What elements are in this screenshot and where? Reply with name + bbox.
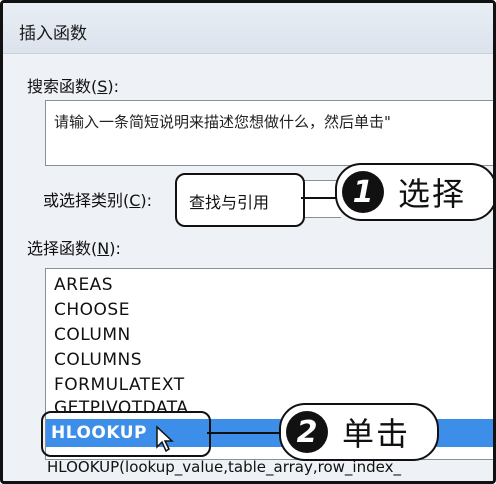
function-label-suffix: ): — [109, 239, 121, 258]
function-signature: HLOOKUP(lookup_value,table_array,row_ind… — [47, 458, 401, 476]
function-item-column[interactable]: COLUMN — [54, 325, 131, 345]
callout-click: 2 单击 — [279, 403, 439, 461]
search-label: 搜索函数(S): — [27, 73, 119, 97]
dialog-title: 插入函数 — [19, 24, 87, 44]
search-label-key: S — [97, 77, 108, 96]
callout-text-2: 单击 — [342, 415, 411, 453]
mouse-cursor-icon — [156, 425, 174, 453]
category-label-prefix: 或选择类别( — [43, 191, 130, 210]
callout-select: 1 选择 — [335, 163, 493, 221]
function-item-formulatext[interactable]: FORMULATEXT — [54, 375, 185, 395]
callout-text-1: 选择 — [398, 175, 467, 213]
category-select-value: 查找与引用 — [189, 193, 270, 212]
callout-connector-2 — [207, 432, 285, 434]
selected-item-highlight-box — [41, 411, 211, 457]
function-item-columns[interactable]: COLUMNS — [54, 350, 142, 370]
category-label-key: C — [129, 191, 141, 210]
search-label-prefix: 搜索函数( — [27, 77, 98, 96]
category-label-suffix: ): — [140, 191, 153, 210]
function-label-key: N — [97, 239, 110, 258]
title-bar: 插入函数 — [3, 3, 493, 54]
search-input[interactable]: 请输入一条简短说明来描述您想做什么，然后单击" — [45, 100, 493, 166]
insert-function-dialog: 插入函数 搜索函数(S): 请输入一条简短说明来描述您想做什么，然后单击" 或选… — [0, 0, 496, 484]
search-input-text: 请输入一条简短说明来描述您想做什么，然后单击" — [54, 113, 391, 131]
callout-number-1: 1 — [342, 171, 384, 213]
callout-number-2: 2 — [286, 411, 328, 453]
function-label-prefix: 选择函数( — [27, 239, 98, 258]
function-item-areas[interactable]: AREAS — [54, 275, 113, 295]
category-label: 或选择类别(C): — [43, 187, 152, 211]
search-label-suffix: ): — [107, 77, 120, 96]
category-select[interactable]: 查找与引用 — [175, 173, 305, 227]
function-list-label: 选择函数(N): — [27, 235, 121, 259]
function-item-choose[interactable]: CHOOSE — [54, 300, 130, 320]
